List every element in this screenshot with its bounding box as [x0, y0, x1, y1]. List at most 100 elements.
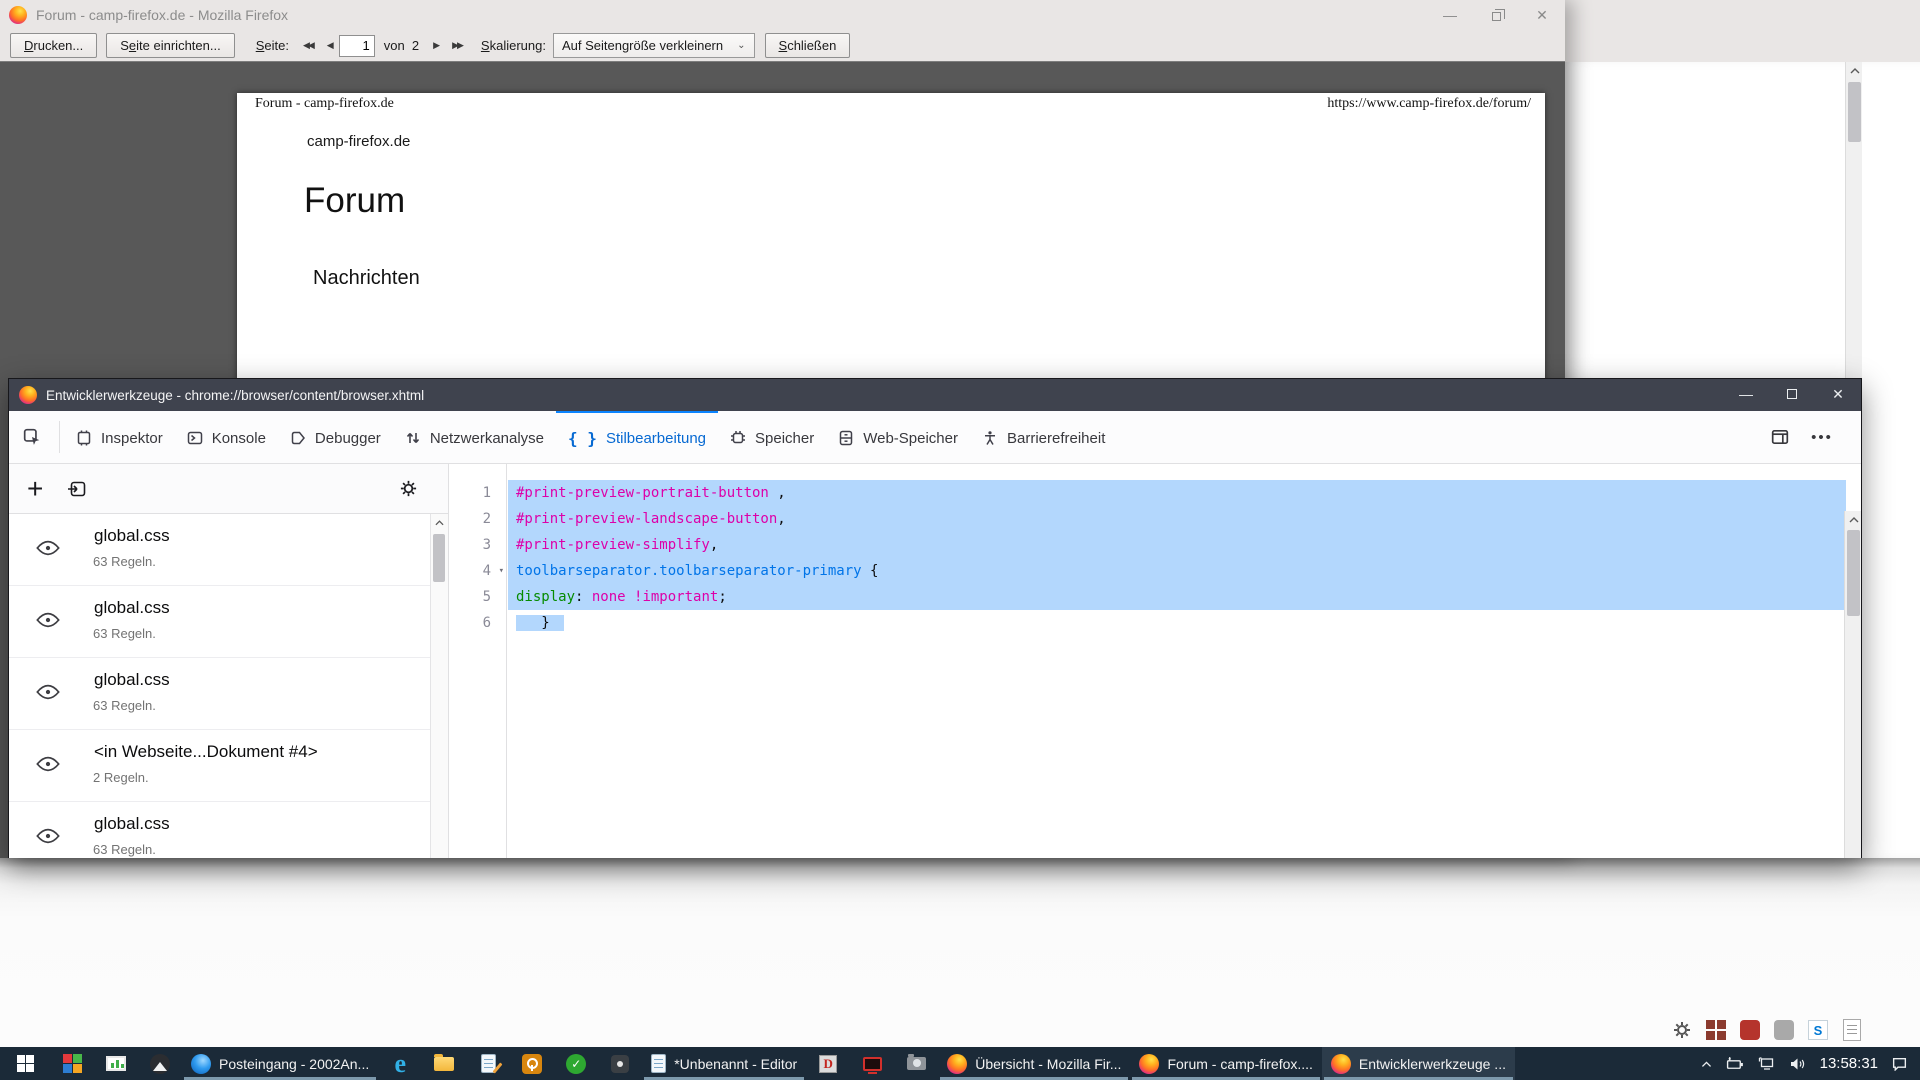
camera-icon[interactable] [894, 1047, 938, 1080]
code-line: #print-preview-portrait-button , [508, 480, 1846, 506]
console-icon [187, 430, 203, 446]
visibility-eye-icon[interactable] [36, 684, 60, 700]
tab-stilbearbeitung[interactable]: { } Stilbearbeitung [556, 411, 718, 463]
stylesheet-item[interactable]: <in Webseite...Dokument #4> 2 Regeln. [9, 730, 448, 802]
s-app-icon[interactable]: S [1806, 1018, 1830, 1042]
dock-layout-button[interactable] [1761, 411, 1799, 463]
file-explorer-icon[interactable] [422, 1047, 466, 1080]
d-app-icon[interactable]: D [806, 1047, 850, 1080]
taskbar-button-firefox-uebersicht[interactable]: Übersicht - Mozilla Fir... [938, 1047, 1130, 1080]
scale-select[interactable]: Auf Seitengröße verkleinern ⌄ [553, 33, 755, 58]
keepass-icon[interactable] [510, 1047, 554, 1080]
memory-icon [730, 430, 746, 446]
meatball-menu-icon: ••• [1811, 429, 1833, 446]
previous-page-icon[interactable]: ◀ [327, 40, 332, 51]
clock[interactable]: 13:58:31 [1820, 1055, 1878, 1072]
devtools-window-title: Entwicklerwerkzeuge - chrome://browser/c… [46, 388, 424, 403]
presentation-app-icon[interactable] [94, 1047, 138, 1080]
close-preview-button[interactable]: Schließen [765, 33, 851, 58]
scrollbar-thumb[interactable] [1847, 530, 1860, 616]
element-picker-button[interactable] [9, 411, 55, 463]
gray-app-icon[interactable] [1772, 1018, 1796, 1042]
tab-debugger[interactable]: Debugger [278, 411, 393, 463]
tab-web-speicher[interactable]: Web-Speicher [826, 411, 970, 463]
new-stylesheet-button[interactable]: + [27, 475, 43, 503]
shield-icon[interactable] [1738, 1018, 1762, 1042]
visibility-eye-icon[interactable] [36, 828, 60, 844]
taskbar-button-thunderbird[interactable]: Posteingang - 2002An... [182, 1047, 378, 1080]
start-button[interactable] [0, 1047, 50, 1080]
tray-expand-chevron-icon[interactable] [1700, 1059, 1713, 1069]
stylesheet-item[interactable]: global.css 63 Regeln. [9, 802, 448, 858]
import-stylesheet-button[interactable] [67, 479, 87, 499]
photos-app-icon[interactable] [138, 1047, 182, 1080]
dark-app-icon[interactable] [598, 1047, 642, 1080]
stylesheet-item[interactable]: global.css 63 Regeln. [9, 514, 448, 586]
tiles-icon[interactable] [1704, 1018, 1728, 1042]
green-check-icon[interactable]: ✓ [554, 1047, 598, 1080]
close-button[interactable]: ✕ [1519, 0, 1565, 30]
page-number-input[interactable] [339, 35, 375, 57]
tab-inspektor[interactable]: Inspektor [64, 411, 175, 463]
scrollbar-thumb[interactable] [433, 534, 445, 582]
restore-button[interactable] [1473, 0, 1519, 30]
stylesheet-rule-count: 2 Regeln. [93, 770, 149, 785]
minimize-button[interactable]: — [1723, 379, 1769, 409]
devtools-scrollbar[interactable] [1844, 511, 1861, 858]
tab-label: Stilbearbeitung [606, 430, 706, 447]
taskbar-button-devtools[interactable]: Entwicklerwerkzeuge ... [1322, 1047, 1515, 1080]
line-number: 5 [449, 584, 506, 610]
menu-button[interactable]: ••• [1803, 411, 1841, 463]
blocks-app-icon[interactable] [50, 1047, 94, 1080]
print-window-titlebar[interactable]: Forum - camp-firefox.de - Mozilla Firefo… [0, 0, 1565, 30]
visibility-eye-icon[interactable] [36, 540, 60, 556]
fold-arrow-icon[interactable]: ▾ [499, 558, 504, 584]
visibility-eye-icon[interactable] [36, 612, 60, 628]
speaker-icon[interactable] [1789, 1057, 1807, 1071]
devtools-titlebar[interactable]: Entwicklerwerkzeuge - chrome://browser/c… [9, 379, 1861, 411]
page-label: Seite: [256, 38, 289, 53]
edge-icon[interactable]: e [378, 1047, 422, 1080]
notepad-pencil-icon[interactable] [466, 1047, 510, 1080]
network-icon[interactable] [1758, 1056, 1776, 1071]
sidebar-scrollbar[interactable] [430, 514, 448, 858]
print-button[interactable]: Drucken... [10, 33, 97, 58]
line-number: 2 [449, 506, 506, 532]
css-code-editor[interactable]: #print-preview-portrait-button , #print-… [508, 464, 1846, 858]
action-center-icon[interactable] [1891, 1056, 1908, 1071]
taskbar-button-editor[interactable]: *Unbenannt - Editor [642, 1047, 806, 1080]
tab-netzwerkanalyse[interactable]: Netzwerkanalyse [393, 411, 556, 463]
stylesheet-sidebar: + global.css 63 Regeln. global.css 63 Re… [9, 464, 449, 858]
taskbar-button-firefox-forum[interactable]: Forum - camp-firefox.... [1130, 1047, 1321, 1080]
taskbar-button-label: Entwicklerwerkzeuge ... [1359, 1056, 1506, 1072]
firefox-icon [19, 386, 37, 404]
scrollbar-thumb[interactable] [1848, 82, 1861, 142]
battery-charging-icon[interactable] [1726, 1056, 1745, 1071]
red-tv-icon[interactable] [850, 1047, 894, 1080]
scroll-up-icon[interactable] [431, 514, 448, 531]
settings-gear-icon[interactable] [1670, 1018, 1694, 1042]
stylesheet-item[interactable]: global.css 63 Regeln. [9, 658, 448, 730]
last-page-icon[interactable]: ▶▶ [452, 40, 462, 51]
visibility-eye-icon[interactable] [36, 756, 60, 772]
style-editor-icon: { } [568, 429, 597, 448]
taskbar-button-label: Übersicht - Mozilla Fir... [975, 1056, 1121, 1072]
document-icon[interactable] [1840, 1018, 1864, 1042]
devtools-tabbar: Inspektor Konsole Debugger Netzwerkanaly… [9, 411, 1861, 464]
next-page-icon[interactable]: ▶ [433, 40, 438, 51]
firefox-icon [1331, 1054, 1351, 1074]
scroll-up-icon[interactable] [1845, 511, 1861, 528]
stylesheet-name: <in Webseite...Dokument #4> [94, 742, 318, 762]
tab-barrierefreiheit[interactable]: Barrierefreiheit [970, 411, 1117, 463]
page-title: Forum [304, 181, 405, 221]
close-button[interactable]: ✕ [1815, 379, 1861, 409]
options-gear-button[interactable] [399, 479, 418, 498]
first-page-icon[interactable]: ◀◀ [303, 40, 313, 51]
tab-konsole[interactable]: Konsole [175, 411, 278, 463]
minimize-button[interactable]: — [1427, 0, 1473, 30]
stylesheet-item[interactable]: global.css 63 Regeln. [9, 586, 448, 658]
tab-speicher[interactable]: Speicher [718, 411, 826, 463]
scroll-up-icon[interactable] [1846, 62, 1863, 79]
maximize-button[interactable] [1769, 379, 1815, 409]
page-setup-button[interactable]: Seite einrichten... [106, 33, 234, 58]
